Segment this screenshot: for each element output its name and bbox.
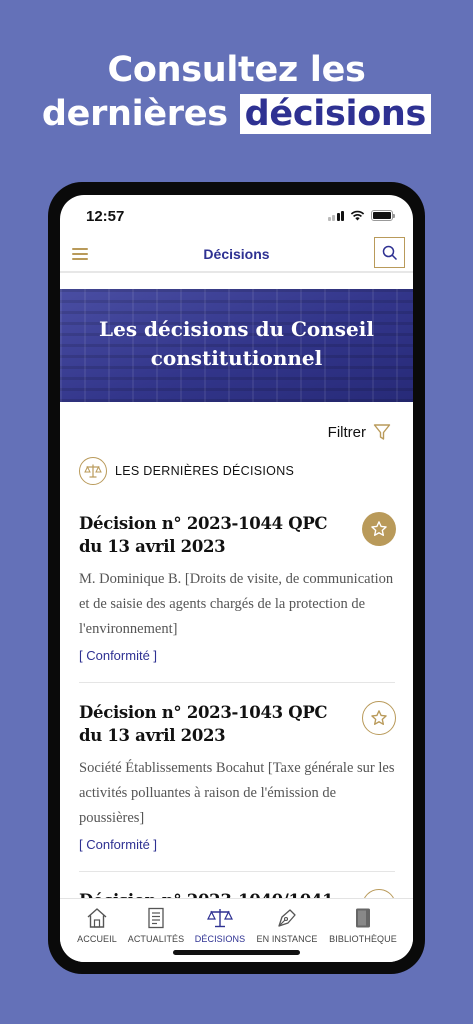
filter-funnel-icon bbox=[373, 424, 391, 440]
filter-label: Filtrer bbox=[327, 423, 366, 441]
headline-line-2-prefix: dernières bbox=[41, 94, 240, 134]
wifi-icon bbox=[350, 210, 365, 221]
cellular-signal-icon bbox=[327, 210, 344, 221]
section-title: LES DERNIÈRES DÉCISIONS bbox=[115, 464, 295, 478]
decision-title[interactable]: Décision n° 2023-1043 QPC du 13 avril 20… bbox=[79, 701, 349, 747]
decision-card[interactable]: Décision n° 2023-1043 QPC du 13 avril 20… bbox=[79, 701, 396, 852]
app-screen: 12:57 Décisions Les décisions du Conseil… bbox=[60, 195, 413, 962]
section-header: LES DERNIÈRES DÉCISIONS bbox=[79, 457, 294, 485]
status-time: 12:57 bbox=[86, 208, 125, 225]
top-navbar: Décisions bbox=[60, 235, 413, 273]
status-icons bbox=[327, 210, 395, 221]
search-button[interactable] bbox=[374, 237, 405, 268]
star-outline-icon bbox=[371, 710, 387, 725]
nav-title: Décisions bbox=[203, 246, 270, 262]
decision-description: Société Établissements Bocahut [Taxe gén… bbox=[79, 760, 395, 826]
promo-headline: Consultez les dernières décisions bbox=[0, 48, 473, 136]
battery-icon bbox=[371, 210, 395, 221]
newspaper-icon bbox=[148, 907, 164, 929]
headline-line-1: Consultez les bbox=[107, 50, 366, 90]
scales-icon bbox=[207, 909, 233, 928]
hero-banner: Les décisions du Conseil constitutionnel bbox=[60, 289, 413, 402]
status-bar: 12:57 bbox=[60, 195, 413, 239]
tab-actualites[interactable]: ACTUALITÉS bbox=[121, 907, 191, 944]
tab-en-instance[interactable]: EN INSTANCE bbox=[252, 907, 322, 944]
headline-line-2: dernières décisions bbox=[0, 92, 473, 136]
home-icon bbox=[87, 908, 107, 928]
card-divider bbox=[79, 871, 395, 872]
phone-frame: 12:57 Décisions Les décisions du Conseil… bbox=[48, 182, 425, 974]
headline-highlight: décisions bbox=[239, 94, 432, 134]
favorite-button[interactable] bbox=[362, 512, 396, 546]
banner-title: Les décisions du Conseil constitutionnel bbox=[99, 317, 374, 370]
pen-nib-icon bbox=[278, 909, 296, 927]
decision-title[interactable]: Décision n° 2023-1044 QPC du 13 avril 20… bbox=[79, 512, 349, 558]
filter-button[interactable]: Filtrer bbox=[328, 423, 391, 441]
tab-label: DÉCISIONS bbox=[194, 934, 246, 944]
decision-card[interactable]: Décision n° 2023-1044 QPC du 13 avril 20… bbox=[79, 512, 396, 663]
decision-tag: [ Conformité ] bbox=[79, 837, 158, 852]
favorite-button[interactable] bbox=[362, 701, 396, 735]
tab-decisions[interactable]: DÉCISIONS bbox=[185, 907, 255, 944]
card-divider bbox=[79, 682, 395, 683]
home-indicator[interactable] bbox=[173, 950, 300, 955]
book-icon bbox=[356, 908, 370, 928]
scales-badge-icon bbox=[79, 457, 107, 485]
tab-label: EN INSTANCE bbox=[256, 934, 318, 944]
tab-bibliotheque[interactable]: BIBLIOTHÈQUE bbox=[328, 907, 398, 944]
search-icon bbox=[382, 245, 397, 260]
tab-label: ACTUALITÉS bbox=[127, 934, 185, 944]
bottom-tab-bar: ACCUEIL ACTUALITÉS DÉCISIONS EN INSTANCE… bbox=[60, 898, 413, 962]
decision-description: M. Dominique B. [Droits de visite, de co… bbox=[79, 571, 394, 637]
star-icon bbox=[371, 521, 387, 536]
tab-label: BIBLIOTHÈQUE bbox=[329, 934, 397, 944]
decision-tag: [ Conformité ] bbox=[79, 648, 158, 663]
